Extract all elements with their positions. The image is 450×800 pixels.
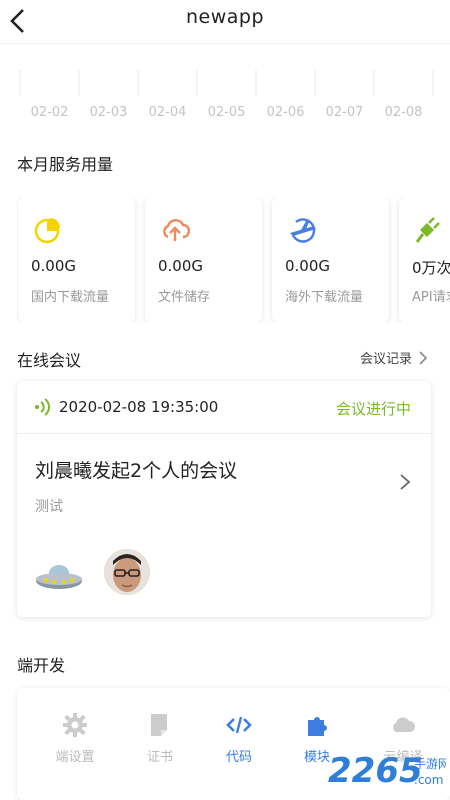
gear-icon bbox=[62, 712, 88, 738]
avatar-user bbox=[104, 549, 150, 595]
usage-card-label: 国内下载流量 bbox=[31, 290, 110, 305]
signal-icon bbox=[35, 398, 50, 416]
usage-card-api[interactable]: 0万次 API请求 bbox=[399, 198, 450, 322]
usage-card-value: 0.00G bbox=[285, 257, 331, 275]
header-bar: newapp bbox=[0, 0, 450, 44]
chart-date-label: 02-08 bbox=[385, 105, 423, 120]
plug-icon bbox=[411, 215, 441, 245]
dev-item-code[interactable]: 代码 bbox=[199, 712, 279, 765]
chevron-right-icon bbox=[400, 474, 411, 490]
puzzle-icon bbox=[304, 712, 330, 738]
svg-text:2265: 2265 bbox=[328, 751, 423, 790]
usage-section-title: 本月服务用量 bbox=[17, 155, 114, 174]
meeting-status: 会议进行中 bbox=[335, 400, 411, 418]
dev-item-label: 端设置 bbox=[55, 750, 95, 765]
svg-text:.com: .com bbox=[414, 773, 443, 787]
chart-date-label: 02-05 bbox=[208, 105, 246, 120]
chart-date-label: 02-06 bbox=[267, 105, 305, 120]
cloud-upload-icon bbox=[160, 215, 191, 245]
meeting-title: 刘晨曦发起2个人的会议 bbox=[35, 460, 238, 482]
cloud-icon bbox=[390, 712, 416, 738]
usage-card-value: 0.00G bbox=[158, 257, 204, 275]
chevron-right-icon bbox=[419, 350, 428, 365]
globe-plane-icon bbox=[287, 215, 317, 245]
watermark-logo: 2265 手游网 .com bbox=[328, 748, 450, 791]
certificate-icon bbox=[147, 712, 173, 738]
usage-card-label: 文件储存 bbox=[158, 290, 211, 305]
meeting-card[interactable]: 2020-02-08 19:35:00 会议进行中 刘晨曦发起2个人的会议 测试 bbox=[17, 381, 431, 617]
chart-date-label: 02-07 bbox=[326, 105, 364, 120]
meeting-section-title: 在线会议 bbox=[17, 351, 82, 370]
usage-card-label: API请求 bbox=[412, 290, 450, 305]
dev-item-label: 证书 bbox=[146, 750, 173, 765]
usage-card-label: 海外下载流量 bbox=[285, 290, 364, 305]
code-icon bbox=[226, 712, 252, 738]
usage-card-storage[interactable]: 0.00G 文件储存 bbox=[145, 198, 262, 322]
svg-text:手游网: 手游网 bbox=[414, 757, 446, 771]
dev-item-label: 代码 bbox=[225, 750, 252, 765]
dev-section-title: 端开发 bbox=[17, 656, 66, 675]
page-title: newapp bbox=[185, 6, 265, 28]
usage-chart: 02-02 02-03 02-04 02-05 02-06 02-07 02-08 bbox=[0, 62, 450, 122]
usage-card-overseas[interactable]: 0.00G 海外下载流量 bbox=[272, 198, 389, 322]
usage-chart-svg: 02-02 02-03 02-04 02-05 02-06 02-07 02-08 bbox=[19, 70, 434, 120]
meeting-records-link[interactable]: 会议记录 bbox=[360, 348, 428, 367]
meeting-time: 2020-02-08 19:35:00 bbox=[59, 398, 219, 416]
chart-date-label: 02-03 bbox=[90, 105, 128, 120]
avatar-ufo bbox=[34, 559, 84, 595]
usage-card-value: 0万次 bbox=[412, 259, 450, 277]
usage-cards: 0.00G 国内下载流量 0.00G 文件储存 0.00G 海外下载流量 0万次… bbox=[17, 198, 450, 322]
meeting-records-label: 会议记录 bbox=[359, 352, 412, 367]
usage-card-value: 0.00G bbox=[31, 257, 77, 275]
chart-date-label: 02-02 bbox=[31, 105, 69, 120]
meeting-card-header: 2020-02-08 19:35:00 会议进行中 bbox=[17, 381, 431, 434]
meeting-subtitle: 测试 bbox=[35, 499, 63, 515]
dev-item-certificate[interactable]: 证书 bbox=[120, 712, 200, 765]
chart-date-label: 02-04 bbox=[149, 105, 187, 120]
pie-chart-icon bbox=[33, 215, 63, 245]
dev-item-settings[interactable]: 端设置 bbox=[35, 712, 115, 765]
usage-card-domestic[interactable]: 0.00G 国内下载流量 bbox=[18, 198, 135, 322]
